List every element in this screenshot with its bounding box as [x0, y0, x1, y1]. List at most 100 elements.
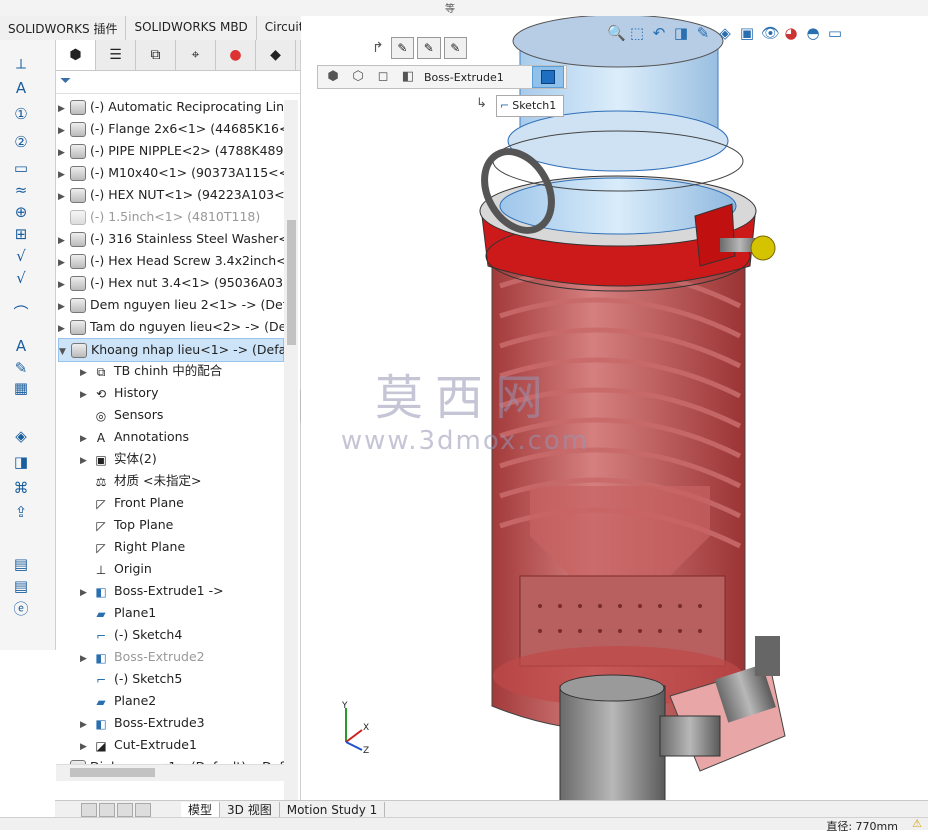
- tree-row[interactable]: ▶ ◧ Boss-Extrude3: [80, 712, 282, 734]
- appearance-icon[interactable]: ◕: [783, 24, 799, 42]
- tree-row[interactable]: ▶Dinh ve ... <1> (Default)... Def: [58, 756, 284, 764]
- warning-icon[interactable]: ⚠: [912, 817, 922, 830]
- property-manager-tab[interactable]: ☰: [96, 40, 136, 70]
- expand-arrow-icon[interactable]: ▶: [80, 384, 92, 406]
- tree-row[interactable]: ▼ Khoang nhap lieu<1> -> (Defa: [58, 338, 284, 362]
- tree-row[interactable]: ◸ Top Plane: [80, 514, 282, 536]
- format-painter-icon[interactable]: ✎: [10, 358, 32, 378]
- tree-row[interactable]: ▶ (-) Hex Head Screw 3.4x2inch<1: [58, 250, 284, 274]
- tab-motion-study[interactable]: Motion Study 1: [280, 801, 386, 818]
- view-orientation-icon[interactable]: ◈: [717, 24, 733, 42]
- expand-arrow-icon[interactable]: ▶: [58, 98, 70, 120]
- previous-view-icon[interactable]: ↶: [651, 24, 667, 42]
- zoom-to-fit-icon[interactable]: 🔍: [607, 24, 626, 42]
- surface-finish-icon[interactable]: √: [10, 246, 32, 266]
- first-tab-icon[interactable]: [81, 802, 97, 817]
- table-icon[interactable]: ▦: [10, 378, 32, 398]
- tree-row[interactable]: ◎ Sensors: [80, 404, 282, 426]
- 3d-pdf-icon[interactable]: ▤: [10, 554, 32, 574]
- tree-row[interactable]: ▶ (-) Flange 2x6<1> (44685K16<D: [58, 118, 284, 142]
- tab-solidworks-mbd[interactable]: SOLIDWORKS MBD: [126, 16, 257, 40]
- edit-sketch-icon[interactable]: ✎: [390, 37, 415, 59]
- breadcrumb-feature[interactable]: Boss-Extrude1: [424, 71, 504, 84]
- display-manager-tab[interactable]: ●: [216, 40, 256, 70]
- tree-row[interactable]: ▶ ◪ Cut-Extrude1: [80, 734, 282, 756]
- more-panel-tab[interactable]: ◆: [256, 40, 296, 70]
- weld-symbol-icon[interactable]: ≈: [10, 180, 32, 200]
- tree-horizontal-scroll-thumb[interactable]: [70, 768, 155, 777]
- filter-icon[interactable]: ⏷: [60, 73, 71, 89]
- tree-row[interactable]: ▶ ⟲ History: [80, 382, 282, 404]
- expand-arrow-icon[interactable]: ▶: [58, 186, 70, 208]
- expand-arrow-icon[interactable]: ▶: [80, 362, 92, 384]
- zoom-area-icon[interactable]: ⬚: [629, 24, 645, 42]
- tree-row[interactable]: ◸ Right Plane: [80, 536, 282, 558]
- tree-row[interactable]: ▶ (-) Automatic Reciprocating Line: [58, 96, 284, 120]
- expand-arrow-icon[interactable]: ▶: [58, 274, 70, 296]
- edrawings-icon[interactable]: ⓔ: [10, 598, 32, 618]
- tree-row[interactable]: ▶ ◧ Boss-Extrude1 ->: [80, 580, 282, 602]
- expand-arrow-icon[interactable]: ▶: [80, 736, 92, 758]
- note-icon[interactable]: A: [10, 78, 32, 98]
- feature-swatch-button[interactable]: [532, 66, 564, 88]
- expand-arrow-icon[interactable]: ▶: [58, 296, 70, 318]
- dynamic-annotation-icon[interactable]: ✎: [695, 24, 711, 42]
- balloon-icon[interactable]: ①: [10, 104, 32, 124]
- tree-row[interactable]: ▶ (-) PIPE NIPPLE<2> (4788K489<: [58, 140, 284, 164]
- section-view-icon[interactable]: ◨: [10, 452, 32, 472]
- sketch-plane-icon[interactable]: ✎: [443, 37, 468, 59]
- expand-arrow-icon[interactable]: ▶: [80, 450, 92, 472]
- next-tab-icon[interactable]: [117, 802, 133, 817]
- tree-row[interactable]: ⊥ Origin: [80, 558, 282, 580]
- tree-row[interactable]: ▰ Plane1: [80, 602, 282, 624]
- assembly-icon[interactable]: ⬢: [323, 68, 343, 86]
- tree-row[interactable]: ▶ ◧ Boss-Extrude2: [80, 646, 282, 668]
- section-view-icon[interactable]: ◨: [673, 24, 689, 42]
- dimxpert-manager-tab[interactable]: ⌖: [176, 40, 216, 70]
- tab-solidworks-addins[interactable]: SOLIDWORKS 插件: [0, 16, 127, 40]
- publish-icon[interactable]: ⇪: [10, 502, 32, 522]
- text-icon[interactable]: A: [10, 336, 32, 356]
- tree-row[interactable]: ▶ (-) 316 Stainless Steel Washer<: [58, 228, 284, 252]
- previous-tab-icon[interactable]: [99, 802, 115, 817]
- component-icon[interactable]: ◧: [398, 68, 418, 86]
- auto-balloon-icon[interactable]: ②: [10, 132, 32, 152]
- tree-row[interactable]: (-) 1.5inch<1> (4810T118): [58, 206, 282, 228]
- tree-row[interactable]: ◸ Front Plane: [80, 492, 282, 514]
- tree-vertical-scroll-thumb[interactable]: [287, 220, 296, 345]
- edit-feature-icon[interactable]: ✎: [417, 37, 441, 59]
- tree-row[interactable]: ⌐ (-) Sketch5: [80, 668, 282, 690]
- tree-row[interactable]: ▶ ⧉ TB chinh 中的配合: [80, 360, 282, 382]
- check-icon[interactable]: √: [10, 268, 32, 288]
- scene-icon[interactable]: ◓: [805, 24, 821, 42]
- view-3d-icon[interactable]: ◈: [10, 426, 32, 446]
- collapse-arrow-icon[interactable]: ▼: [59, 341, 71, 363]
- subassembly-icon[interactable]: ⬡: [348, 68, 368, 86]
- tab-model[interactable]: 模型: [181, 801, 221, 818]
- tree-row[interactable]: ▶ ▣ 实体(2): [80, 448, 282, 470]
- expand-arrow-icon[interactable]: ▶: [80, 714, 92, 736]
- centerline-icon[interactable]: ⊕: [10, 202, 32, 222]
- expand-arrow-icon[interactable]: ▶: [58, 142, 70, 164]
- tree-row[interactable]: ▶ (-) HEX NUT<1> (94223A103<D: [58, 184, 284, 208]
- expand-arrow-icon[interactable]: ▶: [58, 164, 70, 186]
- smart-dimension-icon[interactable]: ⟂: [10, 54, 32, 74]
- last-tab-icon[interactable]: [135, 802, 151, 817]
- view-settings-icon[interactable]: ▭: [827, 24, 843, 42]
- hide-show-icon[interactable]: 👁: [761, 24, 780, 42]
- sketch-breadcrumb[interactable]: ⌐ Sketch1: [496, 95, 564, 117]
- expand-arrow-icon[interactable]: ▶: [80, 582, 92, 604]
- tree-row[interactable]: ▰ Plane2: [80, 690, 282, 712]
- expand-arrow-icon[interactable]: ▶: [58, 252, 70, 274]
- tree-row[interactable]: ▶ (-) M10x40<1> (90373A115<<D: [58, 162, 284, 186]
- tree-row[interactable]: ▶ A Annotations: [80, 426, 282, 448]
- expand-arrow-icon[interactable]: ▶: [58, 230, 70, 252]
- tree-row[interactable]: ▶ Tam do nguyen lieu<2> -> (De: [58, 316, 284, 340]
- expand-arrow-icon[interactable]: ▶: [58, 318, 70, 340]
- expand-arrow-icon[interactable]: ▶: [58, 120, 70, 142]
- tree-vertical-scrollbar[interactable]: [284, 100, 298, 805]
- tree-row[interactable]: ▶ (-) Hex nut 3.4<1> (95036A033-: [58, 272, 284, 296]
- geometric-tolerance-icon[interactable]: ⊞: [10, 224, 32, 244]
- pointer-arrow-icon[interactable]: ↱: [372, 40, 388, 56]
- tree-row[interactable]: ▶ Dem nguyen lieu 2<1> -> (Defa: [58, 294, 284, 318]
